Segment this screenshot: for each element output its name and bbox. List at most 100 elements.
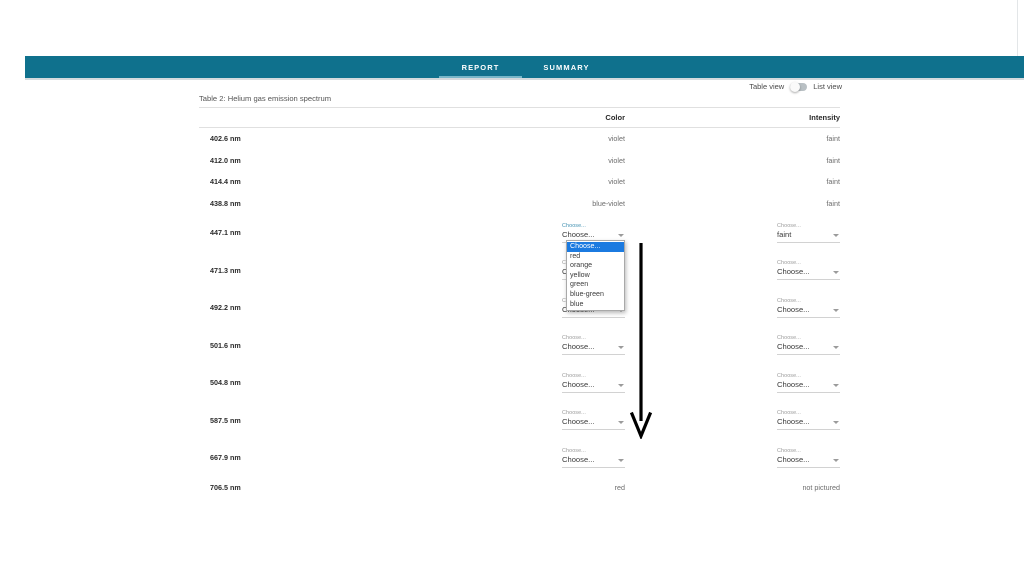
color-select-row-10[interactable]: Choose... Choose... [562,448,625,468]
column-header-intensity: Intensity [625,108,840,128]
cell-intensity: Choose... faint [625,214,840,252]
color-select-row-8-control[interactable]: Choose... [562,380,625,393]
nav-tab-label: REPORT [461,62,500,72]
cell-intensity: faint [826,134,840,144]
intensity-select-row-5[interactable]: Choose... Choose... [777,260,840,281]
chevron-down-icon [833,233,839,237]
table-row: 492.2 nm Choose...Choose...Choose...Choos… [199,289,840,327]
table-row: 414.4 nm violet faint [199,171,840,193]
intensity-select-row-10-value: Choose... [777,454,810,464]
color-select-row-7-control[interactable]: Choose... [562,342,625,356]
cell-color: red [614,482,625,492]
nav-tab-list: REPORT SUMMARY [25,56,608,78]
intensity-select-row-4-floating-label: Choose... [777,222,801,229]
table-row: 412.0 nm violet faint [199,150,840,172]
color-select-row-10-value: Choose... [562,454,595,464]
cell-wavelength: 414.4 nm [210,177,241,187]
intensity-select-row-8-control[interactable]: Choose... [777,380,840,393]
intensity-select-row-9-floating-label: Choose... [777,410,801,417]
spectrum-table-container: Table 2: Helium gas emission spectrum Co… [199,94,840,498]
color-select-dropdown-menu[interactable]: Choose... red orange yellow green blue-green b… [566,240,625,312]
cell-color: Choose...Choose... [407,402,625,440]
color-select-row-9-control[interactable]: Choose... [562,417,625,431]
vertical-scrollbar[interactable] [1017,0,1024,57]
intensity-select-row-9-value: Choose... [777,417,810,427]
intensity-select-row-4[interactable]: Choose... faint [777,223,840,243]
table-view-label[interactable]: Table view [749,82,784,91]
intensity-select-row-7-value: Choose... [777,342,810,352]
nav-bottom-strip [25,78,1024,80]
cell-wavelength: 438.8 nm [210,198,241,208]
chevron-down-icon [618,421,624,425]
top-navigation-bar: REPORT SUMMARY [25,56,1024,78]
cell-intensity: faint [826,177,840,187]
view-mode-toggle-group: Table view List view [749,81,842,92]
intensity-select-row-6-control[interactable]: Choose... [777,305,840,318]
table-row: 471.3 nm Choose...Choose...Choose...Choos… [199,252,840,290]
chevron-down-icon [618,346,624,350]
cell-intensity: Choose... Choose... [625,289,840,327]
chevron-down-icon [833,383,839,387]
cell-color: blue-violet [592,198,625,208]
dropdown-option[interactable]: red [567,252,624,262]
cell-wavelength: 667.9 nm [210,453,241,463]
cell-intensity: Choose... Choose... [625,252,840,290]
intensity-select-row-8[interactable]: Choose... Choose... [777,373,840,393]
cell-wavelength: 501.6 nm [210,340,241,350]
dropdown-option[interactable]: green [567,280,624,290]
intensity-select-row-6-value: Choose... [777,304,810,314]
cell-wavelength: 587.5 nm [210,415,241,425]
intensity-select-row-6[interactable]: Choose... Choose... [777,298,840,318]
cell-wavelength: 471.3 nm [210,265,241,275]
table-row: 438.8 nm blue-violet faint [199,193,840,215]
color-select-row-8-value: Choose... [562,379,595,389]
intensity-select-row-9-control[interactable]: Choose... [777,417,840,431]
intensity-select-row-10[interactable]: Choose... Choose... [777,448,840,468]
cell-intensity: not pictured [802,482,840,492]
table-row: 667.9 nm Choose... Choose... Choose... Choos… [199,439,840,477]
color-select-row-8[interactable]: Choose... Choose... [562,373,625,393]
chevron-down-icon [618,458,624,462]
color-select-row-9[interactable]: Choose... Choose... [562,410,625,431]
chevron-down-icon [833,421,839,425]
color-select-row-7[interactable]: Choose... Choose... [562,335,625,356]
cell-wavelength: 412.0 nm [210,155,241,165]
table-row: 447.1 nm Choose... Choose... Choose... faint [199,214,840,252]
color-select-row-4-value: Choose... [562,229,595,239]
table-row: 501.6 nm Choose... Choose... Choose... Choos… [199,327,840,365]
cell-wavelength: 447.1 nm [210,228,241,238]
cell-wavelength: 402.6 nm [210,134,241,144]
column-header-color: Color [407,108,625,128]
dropdown-option[interactable]: Choose... [567,242,624,252]
nav-tab-summary[interactable]: SUMMARY [525,56,608,78]
intensity-select-row-4-control[interactable]: faint [777,230,840,243]
table-caption: Table 2: Helium gas emission spectrum [199,94,840,108]
color-select-row-9-floating-label: Choose... [562,410,586,417]
list-view-label[interactable]: List view [813,82,842,91]
dropdown-option[interactable]: blue-green [567,290,624,300]
dropdown-option[interactable]: yellow [567,271,624,281]
intensity-select-row-7-floating-label: Choose... [777,335,801,342]
cell-color: Choose...Choose... [407,327,625,365]
intensity-select-row-9[interactable]: Choose... Choose... [777,410,840,431]
intensity-select-row-8-floating-label: Choose... [777,372,801,379]
intensity-select-row-10-control[interactable]: Choose... [777,455,840,468]
color-select-row-7-value: Choose... [562,342,595,352]
chevron-down-icon [618,383,624,387]
intensity-select-row-7-control[interactable]: Choose... [777,342,840,356]
table-row: 706.5 nm red not pictured [199,477,840,499]
nav-tab-report[interactable]: REPORT [439,56,522,78]
color-select-row-9-value: Choose... [562,417,595,427]
cell-intensity: Choose... Choose... [625,402,840,440]
cell-color: Choose...Choose... [407,364,625,402]
color-select-row-10-control[interactable]: Choose... [562,455,625,468]
intensity-select-row-7[interactable]: Choose... Choose... [777,335,840,356]
cell-intensity: Choose... Choose... [625,439,840,477]
intensity-select-row-5-control[interactable]: Choose... [777,267,840,281]
intensity-select-row-8-value: Choose... [777,379,810,389]
table-row: 402.6 nm violet faint [199,128,840,150]
dropdown-option[interactable]: orange [567,261,624,271]
dropdown-option[interactable]: blue [567,300,624,310]
view-mode-switch[interactable] [790,81,808,92]
column-header-wavelength [199,108,407,128]
